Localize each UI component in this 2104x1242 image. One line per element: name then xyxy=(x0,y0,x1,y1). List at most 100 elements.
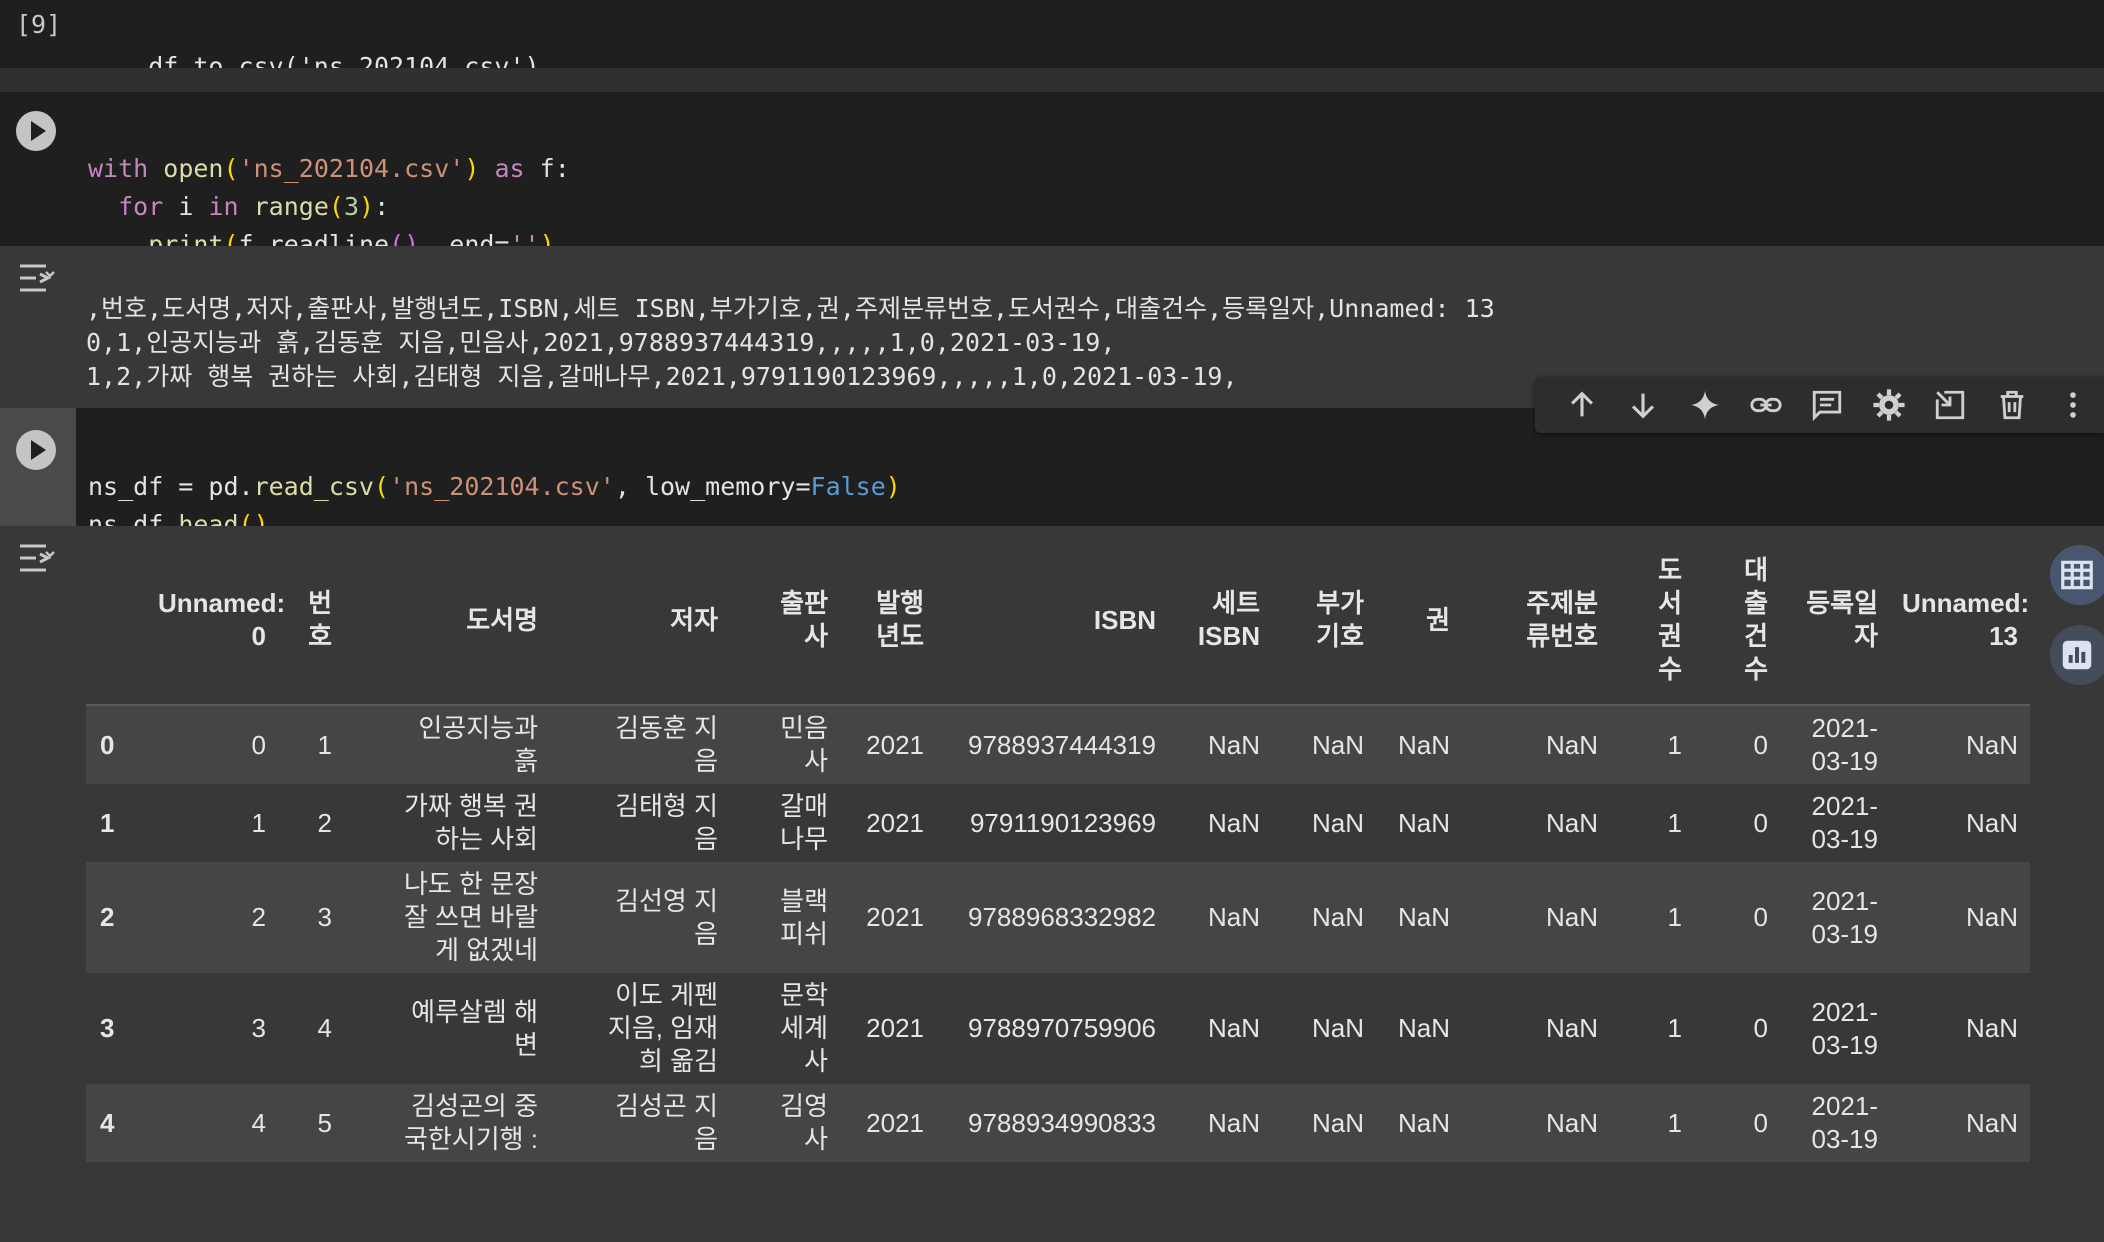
table-cell: NaN xyxy=(1207,1013,1260,1043)
table-cell: 1 xyxy=(1667,807,1682,838)
table-cell: 3 xyxy=(251,1013,266,1043)
table-cell: 2021- 03-19 xyxy=(1811,885,1879,949)
column-header: 등록일 자 xyxy=(1780,544,1890,706)
table-cell: 블랙 피쉬 xyxy=(780,885,828,949)
table-row: 1 1 2 가짜 행복 권 하는 사회 김태형 지 음 갈매 나무 2021 97911901… xyxy=(86,784,2030,862)
table-cell: 4 xyxy=(251,1107,266,1138)
table-cell: NaN xyxy=(1545,807,1598,838)
table-cell: NaN xyxy=(1545,1013,1598,1043)
column-header: 번 호 xyxy=(278,544,344,706)
cell-divider xyxy=(0,68,2104,92)
table-cell: 1 xyxy=(1667,902,1682,932)
code-line-1: ns_df = pd.read_csv('ns_202104.csv', low… xyxy=(88,472,901,501)
table-cell: NaN xyxy=(1965,1107,2018,1138)
arrow-up-icon xyxy=(1570,391,1593,417)
table-cell: 9791190123969 xyxy=(969,807,1156,838)
column-header: 권 xyxy=(1376,544,1462,706)
table-cell: 2021- 03-19 xyxy=(1811,1091,1879,1154)
table-cell: NaN xyxy=(1311,1107,1364,1138)
table-cell: 이도 게펜 지음, 임재 희 옮김 xyxy=(607,980,718,1076)
table-cell: 2021 xyxy=(866,902,924,932)
stdout-line: 0,1,인공지능과 흙,김동훈 지음,민음사,2021,978893744431… xyxy=(86,328,1116,357)
table-cell: NaN xyxy=(1207,807,1260,838)
table-cell: NaN xyxy=(1545,1107,1598,1138)
add-comment-button[interactable] xyxy=(1797,377,1858,433)
comment-icon xyxy=(1813,390,1842,422)
table-cell: NaN xyxy=(1207,1107,1260,1138)
table-cell: 김태형 지 음 xyxy=(615,791,718,854)
table-cell: 나도 한 문장 잘 쓰면 바랄 게 없겠네 xyxy=(403,869,538,965)
table-cell: 갈매 나무 xyxy=(780,791,828,854)
keyword: in xyxy=(208,192,239,221)
table-cell: 4 xyxy=(317,1013,332,1043)
table-cell: 3 xyxy=(317,902,332,932)
function: open xyxy=(163,154,224,183)
copy-link-button[interactable] xyxy=(1735,377,1796,433)
code-cell-1[interactable]: [9] df.to_csv('ns_202104.csv') xyxy=(0,0,2104,81)
table-cell: 2021- 03-19 xyxy=(1811,713,1879,776)
string: 'ns_202104.csv' xyxy=(238,154,465,183)
table-cell: 2021 xyxy=(866,729,924,760)
table-cell: NaN xyxy=(1545,902,1598,932)
convert-to-table-button[interactable] xyxy=(2050,545,2104,605)
output-toggle-icon[interactable] xyxy=(16,540,58,576)
gemini-button[interactable] xyxy=(1674,377,1735,433)
keyword: as xyxy=(494,154,525,183)
table-cell: 1 xyxy=(251,807,266,838)
move-up-button[interactable] xyxy=(1551,377,1612,433)
move-down-button[interactable] xyxy=(1612,377,1673,433)
constant: False xyxy=(810,472,886,501)
column-header: Unnamed: 13 xyxy=(1890,544,2030,706)
stdout-line: ,번호,도서명,저자,출판사,발행년도,ISBN,세트 ISBN,부가기호,권,… xyxy=(86,294,1495,323)
table-cell: 1 xyxy=(1667,1107,1682,1138)
column-header: 세트 ISBN xyxy=(1168,544,1272,706)
table-cell: 0 xyxy=(1753,1013,1768,1043)
table-cell: 가짜 행복 권 하는 사회 xyxy=(403,791,538,854)
table-cell: 예루살렘 해 변 xyxy=(411,996,538,1060)
column-header: 발행 년도 xyxy=(840,544,936,706)
table-cell: NaN xyxy=(1207,729,1260,760)
table-cell: 0 xyxy=(1753,902,1768,932)
table-cell: NaN xyxy=(1311,807,1364,838)
column-header: 도서명 xyxy=(344,544,550,706)
trash-icon xyxy=(2000,390,2024,420)
run-cell-button[interactable] xyxy=(16,430,56,470)
output-toggle-icon[interactable] xyxy=(16,260,58,296)
code-editor[interactable]: with open('ns_202104.csv') as f: for i i… xyxy=(88,112,570,264)
table-cell: NaN xyxy=(1545,729,1598,760)
table-cell: NaN xyxy=(1965,807,2018,838)
table-cell: 김동훈 지 음 xyxy=(615,713,718,776)
table-cell: NaN xyxy=(1207,902,1260,932)
settings-button[interactable] xyxy=(1858,377,1919,433)
table-cell: 0 xyxy=(251,729,266,760)
table-cell: NaN xyxy=(1965,1013,2018,1043)
mirror-cell-button[interactable] xyxy=(1920,377,1981,433)
cell-toolbar xyxy=(1535,377,2104,433)
table-cell: NaN xyxy=(1397,902,1450,932)
more-actions-button[interactable] xyxy=(2043,377,2104,433)
table-row: 3 3 4 예루살렘 해 변 이도 게펜 지음, 임재 희 옮김 문학 세계 사 2021 9… xyxy=(86,973,2030,1084)
delete-cell-button[interactable] xyxy=(1981,377,2042,433)
table-cell: 2 xyxy=(251,902,266,932)
column-header: 대 출 건 수 xyxy=(1694,544,1780,706)
suggest-charts-button[interactable] xyxy=(2050,625,2104,685)
dataframe-table: Unnamed: 0번 호 도서명 저자 출판 사 발행 년도 ISBN 세트 ISBN 부가… xyxy=(86,544,2030,1162)
column-header: ISBN xyxy=(936,544,1168,706)
variable: ns_df = pd. xyxy=(88,472,254,501)
keyword: with xyxy=(88,154,149,183)
table-cell: 민음 사 xyxy=(780,713,828,776)
arrow-down-icon xyxy=(1632,393,1655,419)
column-header xyxy=(86,544,146,706)
table-cell: 9788937444319 xyxy=(968,729,1156,760)
code-cell-2[interactable]: with open('ns_202104.csv') as f: for i i… xyxy=(0,92,2104,259)
table-cell: NaN xyxy=(1965,902,2018,932)
table-cell: 1 xyxy=(317,729,332,760)
string: 'ns_202104.csv' xyxy=(389,472,615,501)
row-index: 4 xyxy=(100,1107,115,1138)
number: 3 xyxy=(343,192,360,221)
run-cell-button[interactable] xyxy=(16,111,56,151)
table-cell: 9788934990833 xyxy=(968,1107,1156,1138)
table-row: 2 2 3 나도 한 문장 잘 쓰면 바랄 게 없겠네 김선영 지 음 블랙 피쉬 2021… xyxy=(86,862,2030,973)
link-icon xyxy=(1750,397,1782,413)
table-cell: NaN xyxy=(1397,729,1450,760)
